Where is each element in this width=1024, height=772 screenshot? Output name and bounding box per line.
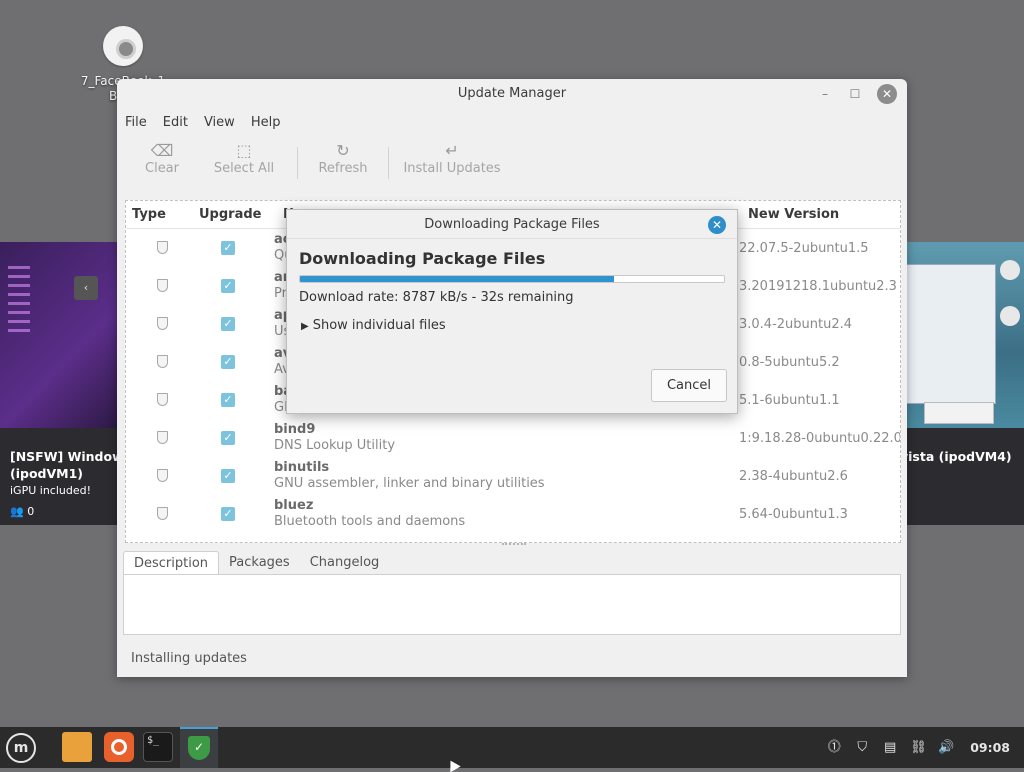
minimize-button[interactable]: –: [817, 84, 833, 104]
package-type-shield-icon: [157, 469, 168, 482]
menu-file[interactable]: File: [125, 115, 147, 130]
upgrade-checkbox[interactable]: ✓: [221, 507, 235, 521]
refresh-icon: ↻: [336, 141, 350, 160]
tab-changelog[interactable]: Changelog: [300, 551, 390, 575]
package-new-version: 1:9.18.28-0ubuntu0.22.04.: [739, 431, 901, 446]
stream-caption: [NSFW] Windows (ipodVM1) iGPU included! …: [10, 449, 125, 518]
upgrade-checkbox[interactable]: ✓: [221, 241, 235, 255]
menu-help[interactable]: Help: [251, 115, 281, 130]
files-icon[interactable]: [62, 732, 92, 762]
dialog-heading: Downloading Package Files: [299, 249, 546, 268]
maximize-button[interactable]: ☐: [847, 84, 863, 104]
table-row[interactable]: ✓ bluez Bluetooth tools and daemons 5.64-0u…: [126, 495, 900, 533]
table-row[interactable]: ✓ bind9 DNS Lookup Utility 1:9.18.28-0ubunt…: [126, 419, 900, 457]
stream-preview: ‹: [0, 242, 125, 428]
menu-edit[interactable]: Edit: [163, 115, 188, 130]
close-button[interactable]: ✕: [877, 84, 897, 104]
stream-caption: vista (ipodVM4): [900, 449, 1012, 464]
clipboard-icon[interactable]: ▤: [882, 740, 898, 756]
tab-packages[interactable]: Packages: [219, 551, 300, 575]
package-new-version: 5.64-0ubuntu1.3: [739, 507, 848, 522]
update-manager-taskbar-button[interactable]: ✓: [180, 727, 218, 768]
stream-thumbnail-right[interactable]: vista (ipodVM4): [900, 242, 1024, 525]
system-tray: ⓵ ⛉ ▤ ⛓ 🔊 09:08: [826, 727, 1010, 768]
update-shield-icon[interactable]: ⛉: [854, 740, 870, 756]
column-upgrade[interactable]: Upgrade: [199, 207, 261, 222]
progress-fill: [300, 276, 614, 282]
clear-icon: ⌫: [150, 141, 174, 160]
upgrade-checkbox[interactable]: ✓: [221, 431, 235, 445]
description-panel: [123, 574, 901, 635]
clear-button[interactable]: ⌫ Clear: [125, 141, 199, 176]
package-type-shield-icon: [157, 507, 168, 520]
terminal-icon[interactable]: $_: [143, 732, 173, 762]
package-new-version: 0.8-5ubuntu5.2: [739, 355, 840, 370]
package-new-version: 3.0.4-2ubuntu2.4: [739, 317, 853, 332]
package-new-version: 2.38-4ubuntu2.6: [739, 469, 848, 484]
expander-arrow-icon: ▶: [301, 321, 309, 332]
package-type-shield-icon: [157, 393, 168, 406]
window-title: Update Manager: [457, 86, 567, 101]
clock[interactable]: 09:08: [970, 740, 1010, 755]
download-progress-bar: [299, 275, 725, 283]
cancel-button[interactable]: Cancel: [651, 369, 727, 402]
column-new-version[interactable]: New Version: [748, 207, 839, 222]
toolbar: ⌫ Clear ⬚ Select All ↻ Refresh ↵ Install…: [117, 135, 907, 183]
notifications-icon[interactable]: ⓵: [826, 740, 842, 756]
stream-thumbnail-left[interactable]: ‹ [NSFW] Windows (ipodVM1) iGPU included…: [0, 242, 125, 525]
package-type-shield-icon: [157, 355, 168, 368]
package-new-version: 3.20191218.1ubuntu2.3: [739, 279, 897, 294]
mint-menu-icon[interactable]: m: [6, 733, 36, 763]
taskbar: m $_ ✓ ⓵ ⛉ ▤ ⛓ 🔊 09:08: [0, 727, 1024, 768]
package-name: bluez: [274, 498, 314, 513]
install-icon: ↵: [445, 141, 459, 160]
refresh-button[interactable]: ↻ Refresh: [306, 141, 380, 176]
details-tabs: Description Packages Changelog: [123, 551, 389, 575]
upgrade-checkbox[interactable]: ✓: [221, 469, 235, 483]
dialog-close-button[interactable]: ✕: [708, 216, 726, 234]
chevron-left-icon: ‹: [74, 276, 98, 300]
package-description: DNS Lookup Utility: [274, 438, 396, 453]
network-icon[interactable]: ⛓: [910, 740, 927, 756]
column-type[interactable]: Type: [132, 207, 166, 222]
shield-icon: ✓: [188, 736, 210, 760]
pane-splitter[interactable]: [502, 543, 526, 547]
package-type-shield-icon: [157, 317, 168, 330]
toolbar-separator: [388, 147, 389, 179]
package-name: binutils: [274, 460, 330, 475]
viewers-icon: 👥: [10, 505, 24, 518]
upgrade-checkbox[interactable]: ✓: [221, 317, 235, 331]
package-new-version: 22.07.5-2ubuntu1.5: [739, 241, 869, 256]
stream-preview: [900, 242, 1024, 428]
package-new-version: 5.1-6ubuntu1.1: [739, 393, 840, 408]
install-updates-button[interactable]: ↵ Install Updates: [397, 141, 507, 176]
package-name: bind9: [274, 422, 316, 437]
select-all-icon: ⬚: [236, 141, 252, 160]
menu-view[interactable]: View: [204, 115, 235, 130]
package-type-shield-icon: [157, 431, 168, 444]
toolbar-separator: [297, 147, 298, 179]
tab-description[interactable]: Description: [123, 551, 220, 575]
disc-icon: [103, 26, 143, 66]
firefox-icon[interactable]: [104, 732, 134, 762]
volume-icon[interactable]: 🔊: [938, 740, 954, 756]
upgrade-checkbox[interactable]: ✓: [221, 393, 235, 407]
package-type-shield-icon: [157, 279, 168, 292]
dialog-titlebar[interactable]: Downloading Package Files: [287, 210, 737, 239]
upgrade-checkbox[interactable]: ✓: [221, 279, 235, 293]
select-all-button[interactable]: ⬚ Select All: [199, 141, 289, 176]
status-text: Installing updates: [131, 651, 247, 666]
package-type-shield-icon: [157, 241, 168, 254]
upgrade-checkbox[interactable]: ✓: [221, 355, 235, 369]
table-row[interactable]: ✓ binutils GNU assembler, linker and binar…: [126, 457, 900, 495]
package-description: GNU assembler, linker and binary utiliti…: [274, 476, 545, 491]
package-description: Bluetooth tools and daemons: [274, 514, 466, 529]
window-titlebar[interactable]: Update Manager – ☐ ✕: [117, 79, 907, 109]
dialog-title: Downloading Package Files: [424, 217, 600, 232]
download-rate-text: Download rate: 8787 kB/s - 32s remaining: [299, 290, 574, 305]
show-individual-files-expander[interactable]: ▶ Show individual files: [301, 318, 446, 333]
download-dialog: Downloading Package Files ✕ Downloading …: [286, 209, 738, 414]
menubar: File Edit View Help: [117, 109, 907, 135]
